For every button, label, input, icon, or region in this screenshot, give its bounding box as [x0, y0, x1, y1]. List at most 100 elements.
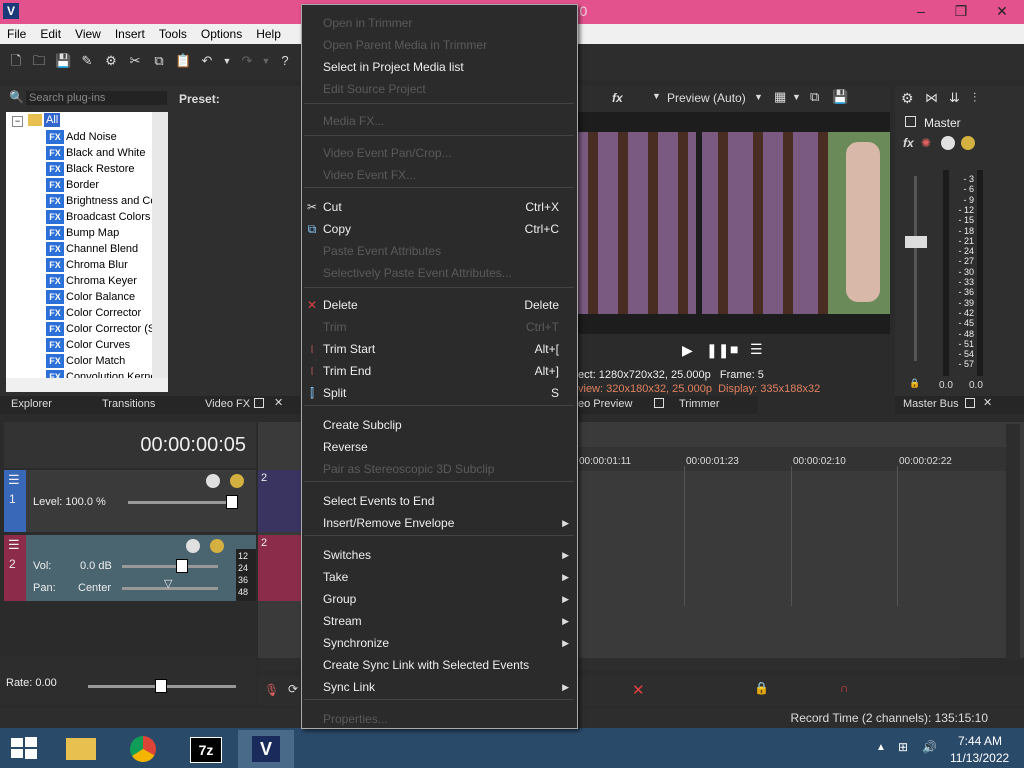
undock-mixer-icon[interactable]	[965, 398, 975, 408]
plugin-item[interactable]: Black Restore	[66, 161, 134, 177]
plugin-item[interactable]: Bump Map	[66, 225, 119, 241]
plugin-item[interactable]: Border	[66, 177, 99, 193]
timeline-vscrollbar[interactable]	[1006, 424, 1020, 660]
track2-solo-icon[interactable]	[210, 539, 224, 553]
mixer-settings-icon[interactable]: ⚙	[901, 90, 914, 107]
tab-video-fx[interactable]: Video FX	[205, 398, 250, 410]
menu-insert[interactable]: Insert	[108, 24, 152, 44]
track1-menu-icon[interactable]: ☰	[8, 472, 20, 488]
record-icon[interactable]: 🎙	[264, 683, 279, 697]
grid-icon[interactable]: ▦	[774, 89, 786, 105]
preview-quality[interactable]: Preview (Auto)	[667, 91, 746, 105]
undock-icon[interactable]	[254, 398, 264, 408]
lock-tool-icon[interactable]: 🔒	[754, 681, 769, 695]
plugin-item[interactable]: Color Corrector	[66, 305, 141, 321]
audio-clip[interactable]: 2	[258, 535, 302, 601]
menu-item-stream[interactable]: Stream	[323, 611, 362, 631]
menu-item-insert-remove-envelope[interactable]: Insert/Remove Envelope	[323, 513, 454, 533]
video-track-header[interactable]: ☰ 1 Level: 100.0 %	[4, 470, 256, 532]
plugin-tree-scrollbar[interactable]	[152, 112, 168, 378]
plugin-search-input[interactable]: Search plug-ins	[26, 91, 167, 105]
menu-view[interactable]: View	[68, 24, 108, 44]
menu-item-sync-link[interactable]: Sync Link	[323, 677, 375, 697]
tray-expand-icon[interactable]: ▲	[876, 742, 886, 753]
save-snapshot-icon[interactable]: 💾	[832, 89, 848, 105]
menu-item-create-subclip[interactable]: Create Subclip	[323, 415, 402, 435]
chrome-taskbar[interactable]	[116, 730, 172, 768]
menu-tools[interactable]: Tools	[152, 24, 194, 44]
plugin-item[interactable]: Color Balance	[66, 289, 135, 305]
menu-item-create-sync-link-with-selected-events[interactable]: Create Sync Link with Selected Events	[323, 655, 529, 675]
mixer-downmix-icon[interactable]: ⇊	[949, 90, 960, 106]
menu-item-copy[interactable]: Copy	[323, 219, 351, 239]
plugin-tree-hscrollbar[interactable]	[6, 378, 168, 392]
track1-mute-icon[interactable]	[206, 474, 220, 488]
pan-knob[interactable]: ▽	[164, 577, 172, 590]
menu-item-switches[interactable]: Switches	[323, 545, 371, 565]
plugin-item[interactable]: Convolution Kerne	[66, 369, 157, 378]
pause-icon[interactable]: ❚❚	[706, 342, 729, 359]
new-file-icon[interactable]: 🗋	[8, 53, 24, 69]
close-button[interactable]: ✕	[982, 0, 1022, 22]
undo-dropdown-icon[interactable]: ▼	[219, 53, 235, 69]
plugin-item[interactable]: Add Noise	[66, 129, 117, 145]
lock-icon[interactable]: 🔒	[909, 378, 920, 389]
master-fader-knob[interactable]	[905, 236, 927, 248]
open-folder-icon[interactable]: 🗀	[31, 53, 47, 69]
mixer-bus-icon[interactable]: ⋈	[925, 90, 938, 106]
plugin-item[interactable]: Black and White	[66, 145, 145, 161]
audio-track-header[interactable]: ☰ 2 Vol: 0.0 dB Pan: Center ▽ 12 24 36 4…	[4, 535, 256, 601]
7zip-taskbar[interactable]: 7z	[178, 730, 234, 768]
menu-options[interactable]: Options	[194, 24, 249, 44]
track2-number-bar[interactable]: ☰ 2	[4, 535, 26, 601]
render-icon[interactable]: ✎	[79, 53, 95, 69]
track1-solo-icon[interactable]	[230, 474, 244, 488]
track2-mute-icon[interactable]	[186, 539, 200, 553]
undock-preview-icon[interactable]	[654, 398, 664, 408]
snap-icon[interactable]: ∩	[840, 681, 849, 695]
tab-video-preview[interactable]: eo Preview	[578, 398, 632, 410]
menu-item-synchronize[interactable]: Synchronize	[323, 633, 389, 653]
cut-icon[interactable]: ✂	[127, 53, 143, 69]
menu-item-group[interactable]: Group	[323, 589, 356, 609]
paste-icon[interactable]: 📋	[175, 53, 191, 69]
menu-item-select-events-to-end[interactable]: Select Events to End	[323, 491, 434, 511]
master-fx-icon[interactable]: fx	[903, 136, 914, 150]
copy-snapshot-icon[interactable]: ⧉	[810, 89, 819, 105]
tab-trimmer[interactable]: Trimmer	[679, 398, 720, 410]
fx-icon[interactable]: fx	[612, 91, 623, 105]
tree-root-all[interactable]: All	[44, 113, 61, 127]
menu-item-split[interactable]: Split	[323, 383, 346, 403]
menu-edit[interactable]: Edit	[33, 24, 68, 44]
plugin-item[interactable]: Color Corrector (S	[66, 321, 155, 337]
track2-menu-icon[interactable]: ☰	[8, 537, 20, 553]
menu-help[interactable]: Help	[249, 24, 288, 44]
track1-number-bar[interactable]: ☰ 1	[4, 470, 26, 532]
menu-item-select-in-project-media-list[interactable]: Select in Project Media list	[323, 57, 464, 77]
clock-date[interactable]: 11/13/2022	[950, 751, 1009, 765]
undo-icon[interactable]: ↶	[199, 53, 215, 69]
restore-button[interactable]: ❐	[944, 0, 978, 22]
plugin-item[interactable]: Broadcast Colors	[66, 209, 150, 225]
save-icon[interactable]: 💾	[55, 53, 71, 69]
settings-gear-icon[interactable]: ⚙	[103, 53, 119, 69]
file-explorer-taskbar[interactable]	[54, 730, 110, 768]
plugin-item[interactable]: Channel Blend	[66, 241, 138, 257]
plugin-item[interactable]: Brightness and Co	[66, 193, 157, 209]
collapse-icon[interactable]: −	[12, 116, 23, 127]
tab-transitions[interactable]: Transitions	[102, 398, 155, 410]
vegas-taskbar[interactable]: V	[238, 730, 294, 768]
dropdown-arrow-icon[interactable]: ▼	[652, 91, 661, 101]
master-checkbox[interactable]	[905, 116, 916, 127]
mixer-faders-icon[interactable]: ⫶	[973, 90, 976, 106]
menu-item-cut[interactable]: Cut	[323, 197, 342, 217]
plugin-item[interactable]: Chroma Keyer	[66, 273, 137, 289]
copy-icon[interactable]: ⧉	[151, 53, 167, 69]
loop-icon[interactable]: ⟳	[288, 682, 298, 696]
master-solo-icon[interactable]	[961, 136, 975, 150]
menu-file[interactable]: File	[0, 24, 33, 44]
whats-this-icon[interactable]: ?	[277, 53, 293, 69]
windows-start-icon[interactable]	[10, 736, 38, 760]
rate-knob[interactable]	[155, 679, 167, 693]
menu-item-delete[interactable]: Delete	[323, 295, 358, 315]
